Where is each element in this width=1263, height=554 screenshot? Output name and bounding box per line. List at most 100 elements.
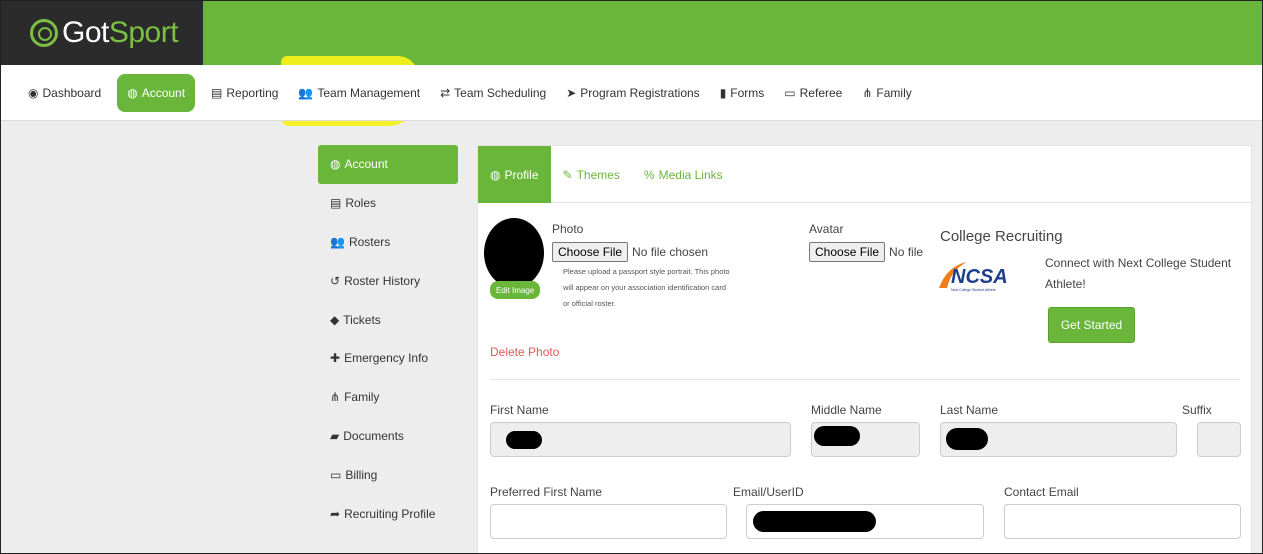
subnav-label: Recruiting Profile [344,506,436,521]
user-circle-icon: ◍ [127,85,138,100]
redacted-last-name [946,428,988,450]
subnav-account[interactable]: ◍ Account [318,145,458,184]
ticket-icon: ◆ [330,312,340,327]
user-circle-icon: ◍ [490,167,501,182]
subnav-label: Emergency Info [344,351,429,366]
first-name-label: First Name [490,403,549,417]
nav-label: Team Scheduling [454,85,547,100]
report-icon: ▤ [211,85,223,100]
subnav-documents[interactable]: ▰ Documents [318,417,458,456]
file-icon: ▮ [719,85,727,100]
middle-name-label: Middle Name [811,403,882,417]
ncsa-logo-text: NCSA [951,266,1008,288]
subnav-billing[interactable]: ▭ Billing [318,455,458,494]
profile-tabs: ◍ Profile ✎ Themes % Media Links [478,146,1251,203]
logo-mark-icon [30,18,58,47]
subnav-tickets[interactable]: ◆ Tickets [318,300,458,339]
id-card-icon: ▤ [330,196,342,211]
credit-card-icon: ▭ [330,467,342,482]
redacted-first-name [506,431,542,449]
nav-label: Reporting [226,85,279,100]
nav-label: Referee [799,85,843,100]
subnav-roles[interactable]: ▤ Roles [318,184,458,223]
nav-label: Program Registrations [580,85,700,100]
subnav-label: Billing [345,467,378,482]
subnav-roster-history[interactable]: ↺ Roster History [318,261,458,300]
get-started-button[interactable]: Get Started [1048,307,1135,343]
profile-panel: ◍ Profile ✎ Themes % Media Links Edit Image… [477,145,1252,554]
nav-label: Family [876,85,912,100]
subnav-rosters[interactable]: 👥 Rosters [318,223,458,262]
nav-account[interactable]: ◍ Account [117,73,196,112]
user-circle-icon: ◍ [330,157,341,172]
nav-dashboard[interactable]: ◉ Dashboard [18,74,111,112]
subnav-label: Roster History [344,273,421,288]
send-icon: ➤ [566,85,577,100]
redacted-middle-name [814,426,860,446]
redacted-profile-photo [484,218,544,288]
ncsa-logo-subtext: Next College Student Athlete [951,288,996,292]
last-name-label: Last Name [940,403,999,417]
exchange-icon: ⇄ [440,85,451,100]
subnav-family[interactable]: ⋔ Family [318,378,458,417]
avatar-label: Avatar [809,222,844,236]
preferred-first-name-field[interactable] [490,504,727,539]
tab-label: Themes [576,167,620,182]
no-file-chosen-text: No file chosen [632,245,709,259]
delete-photo-link[interactable]: Delete Photo [490,345,559,359]
link-icon: % [643,167,655,182]
logo-text: GotSport [62,15,179,49]
tab-themes[interactable]: ✎ Themes [551,146,632,203]
photo-file-input[interactable]: Choose File No file chosen [552,242,708,262]
choose-file-button[interactable]: Choose File [552,242,629,262]
brush-icon: ✎ [562,167,573,182]
subnav-label: Rosters [348,234,391,249]
sitemap-icon: ⋔ [862,85,873,100]
nav-label: Account [141,85,186,100]
nav-label: Team Management [317,85,421,100]
tab-label: Media Links [658,167,723,182]
subnav-label: Tickets [343,312,381,327]
subnav-label: Roles [345,196,377,211]
subnav-label: Account [344,157,388,172]
subnav-recruiting-profile[interactable]: ➦ Recruiting Profile [318,494,458,533]
tab-profile[interactable]: ◍ Profile [478,146,551,203]
edit-image-button[interactable]: Edit Image [490,281,541,299]
nav-referee[interactable]: ▭ Referee [774,74,852,112]
gotsport-logo[interactable]: GotSport [0,0,203,65]
redacted-email [753,511,876,532]
tab-label: Profile [504,167,539,182]
ncsa-description: Connect with Next College Student Athlet… [1045,256,1232,291]
subnav-label: Family [344,390,380,405]
avatar-no-file-text: No file [889,245,924,259]
nav-program-registrations[interactable]: ➤ Program Registrations [556,74,709,112]
subnav-emergency-info[interactable]: ✚ Emergency Info [318,339,458,378]
avatar-choose-file-button[interactable]: Choose File [809,242,886,262]
nav-team-management[interactable]: 👥 Team Management [288,74,430,112]
nav-label: Dashboard [42,85,102,100]
account-subnav: ◍ Account ▤ Roles 👥 Rosters ↺ Roster History… [318,145,458,533]
top-banner: GotSport [0,0,1263,65]
avatar-file-input[interactable]: Choose File No file [809,242,923,262]
folder-open-icon: ▰ [330,428,340,443]
ncsa-logo: NCSA Next College Student Athlete [939,262,1008,292]
nav-team-scheduling[interactable]: ⇄ Team Scheduling [430,74,556,112]
users-icon: 👥 [330,234,345,249]
nav-label: Forms [730,85,765,100]
suffix-label: Suffix [1182,403,1212,417]
history-icon: ↺ [330,273,341,288]
dashboard-icon: ◉ [28,85,39,100]
college-recruiting-title: College Recruiting [940,228,1063,245]
nav-family[interactable]: ⋔ Family [852,74,921,112]
users-icon: 👥 [298,85,314,100]
calendar-icon: ▭ [784,85,796,100]
suffix-field[interactable] [1197,422,1241,457]
email-userid-label: Email/UserID [733,485,804,499]
nav-forms[interactable]: ▮ Forms [710,74,775,112]
contact-email-label: Contact Email [1004,485,1079,499]
nav-reporting[interactable]: ▤ Reporting [201,74,288,112]
section-divider [490,379,1240,380]
contact-email-field[interactable] [1004,504,1241,539]
sitemap-icon: ⋔ [330,390,341,405]
tab-media-links[interactable]: % Media Links [632,146,735,203]
